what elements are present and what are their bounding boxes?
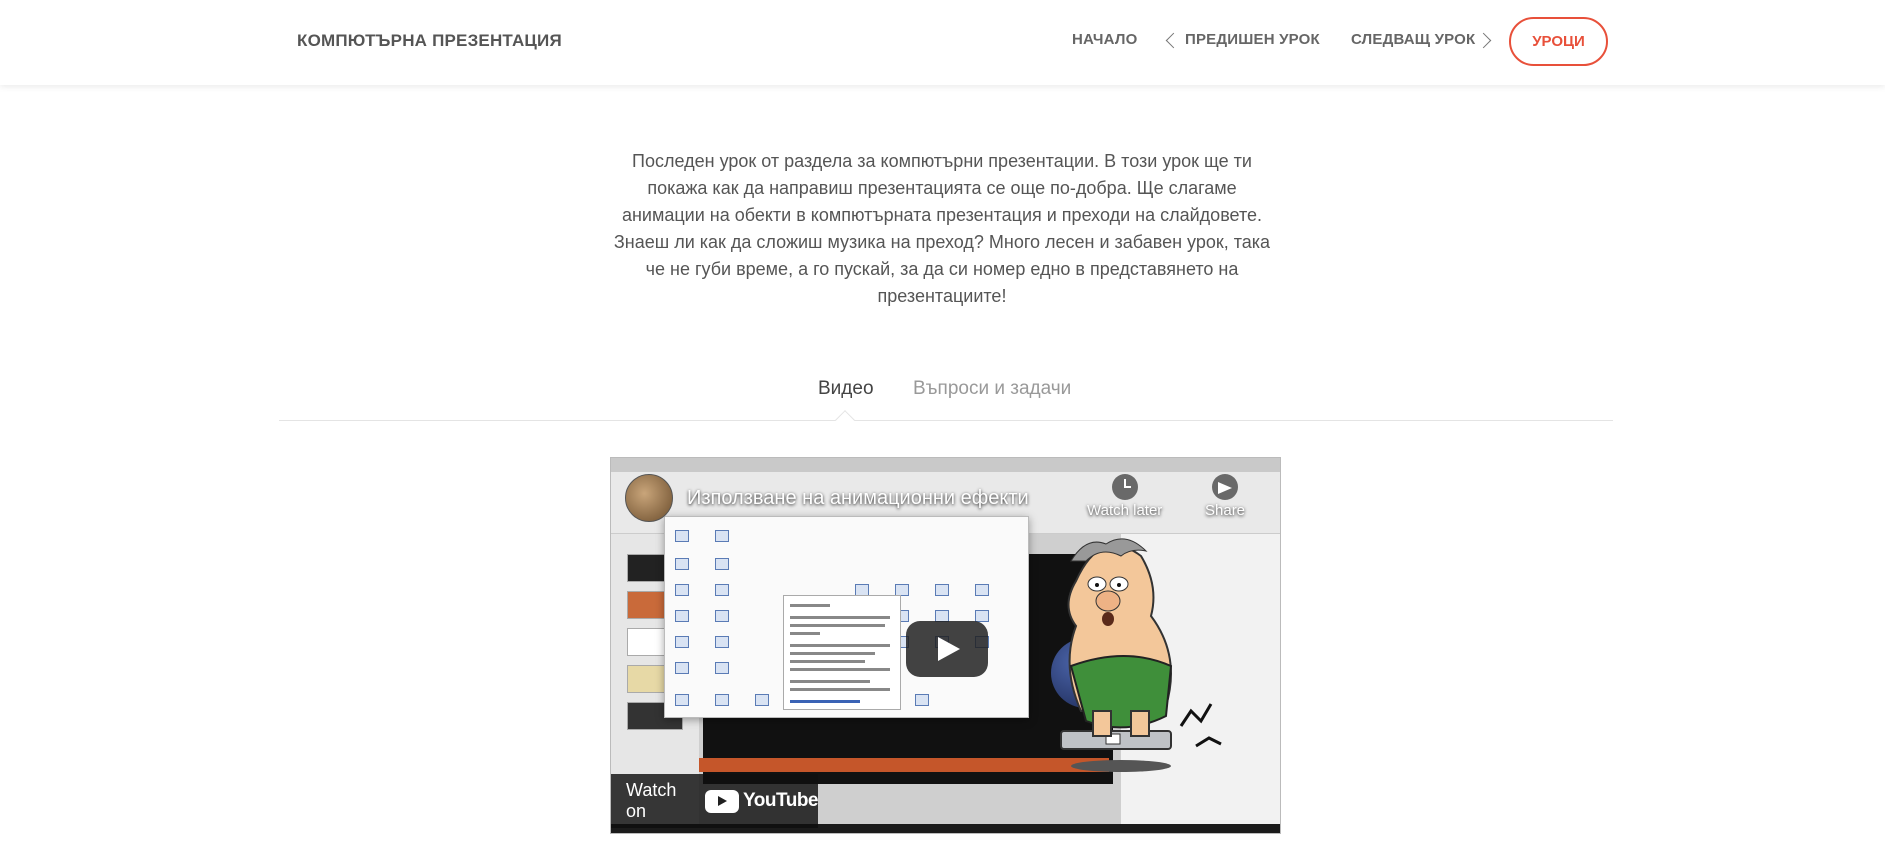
play-icon <box>938 637 960 661</box>
nav-previous-lesson-link[interactable]: ПРЕДИШЕН УРОК <box>1165 31 1320 49</box>
youtube-video-player[interactable]: Използване на анимационни ефекти Watch l… <box>610 457 1281 834</box>
share-label: Share <box>1205 502 1246 519</box>
video-title[interactable]: Използване на анимационни ефекти <box>687 487 1029 510</box>
cartoon-character-illustration <box>1060 538 1222 772</box>
nav-next-lesson-label: СЛЕДВАЩ УРОК <box>1351 31 1476 48</box>
youtube-logo-icon: YouTube <box>705 789 818 813</box>
watch-later-button[interactable]: Watch later <box>1087 474 1162 519</box>
watch-on-label: Watch on <box>626 780 677 821</box>
channel-avatar[interactable] <box>625 474 673 522</box>
youtube-wordmark: YouTube <box>743 790 818 811</box>
active-tab-indicator <box>835 410 855 430</box>
chevron-left-icon <box>1165 32 1182 49</box>
tabs-divider <box>279 420 1613 421</box>
video-frame-transitions-gallery <box>664 516 1029 718</box>
tab-questions[interactable]: Въпроси и задачи <box>913 378 1071 400</box>
watch-later-label: Watch later <box>1087 502 1163 519</box>
content-tabs: Видео Въпроси и задачи <box>0 372 1885 430</box>
lesson-description: Последен урок от раздела за компютърни п… <box>613 151 1271 306</box>
share-icon <box>1212 474 1239 500</box>
watch-on-youtube-button[interactable]: Watch on YouTube <box>611 774 818 828</box>
nav-previous-lesson-label: ПРЕДИШЕН УРОК <box>1185 31 1320 48</box>
tab-video[interactable]: Видео <box>818 378 874 400</box>
top-navigation-bar: КОМПЮТЪРНА ПРЕЗЕНТАЦИЯ НАЧАЛО ПРЕДИШЕН У… <box>0 0 1885 85</box>
nav-home-link[interactable]: НАЧАЛО <box>1072 31 1137 48</box>
chevron-right-icon <box>1476 32 1492 49</box>
clock-icon <box>1111 474 1138 500</box>
play-button[interactable] <box>906 621 988 677</box>
lessons-button[interactable]: УРОЦИ <box>1509 17 1608 66</box>
site-title[interactable]: КОМПЮТЪРНА ПРЕЗЕНТАЦИЯ <box>297 31 562 51</box>
share-button[interactable]: Share <box>1205 474 1245 519</box>
nav-next-lesson-link[interactable]: СЛЕДВАЩ УРОК <box>1351 31 1492 49</box>
